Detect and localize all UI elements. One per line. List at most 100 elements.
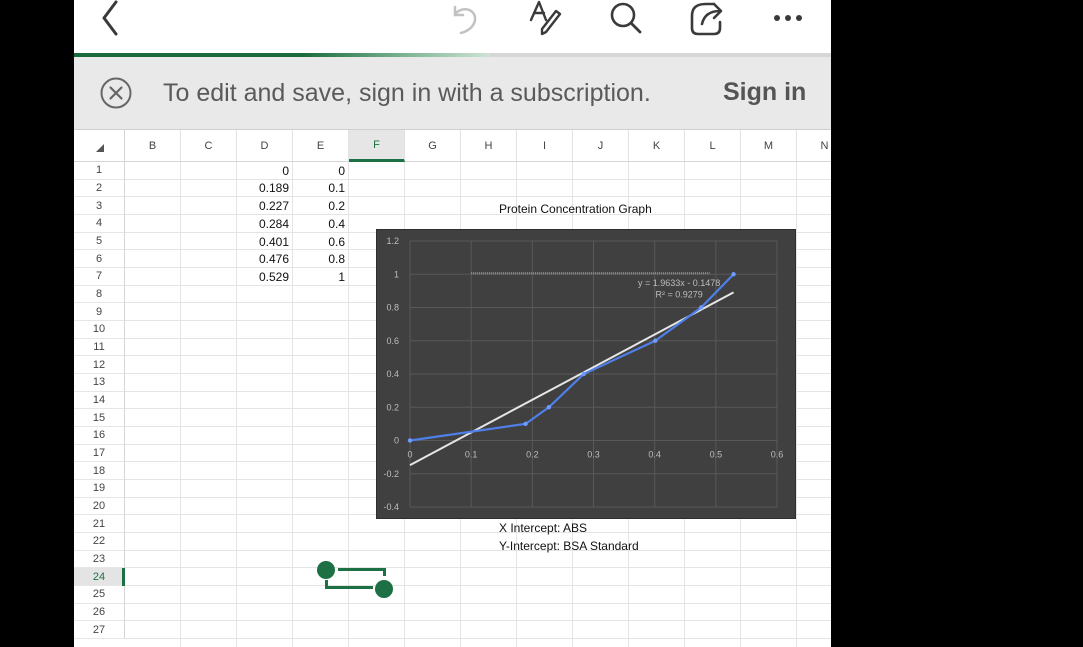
column-header-n[interactable]: N bbox=[797, 130, 831, 162]
row-header-27[interactable]: 27 bbox=[74, 621, 125, 640]
y-tick-label: 1.2 bbox=[386, 236, 399, 246]
y-tick-label: 0.2 bbox=[386, 402, 399, 412]
column-header-h[interactable]: H bbox=[461, 130, 517, 162]
trendline-equation-label: y = 1.9633x - 0.1478 bbox=[638, 278, 720, 288]
data-point bbox=[523, 421, 528, 427]
selection-top-edge bbox=[338, 568, 386, 571]
excel-app: To edit and save, sign in with a subscri… bbox=[74, 0, 831, 647]
draw-button[interactable] bbox=[524, 0, 566, 36]
column-header-l[interactable]: L bbox=[685, 130, 741, 162]
selection-right-edge bbox=[383, 568, 386, 576]
column-header-m[interactable]: M bbox=[741, 130, 797, 162]
column-header-b[interactable]: B bbox=[125, 130, 181, 162]
row-header-14[interactable]: 14 bbox=[74, 391, 125, 410]
column-header-d[interactable]: D bbox=[237, 130, 293, 162]
back-button[interactable] bbox=[92, 0, 128, 36]
cell-d3[interactable]: 0.227 bbox=[237, 197, 293, 215]
cell-e1[interactable]: 0 bbox=[293, 162, 349, 180]
row-header-6[interactable]: 6 bbox=[74, 250, 125, 268]
x-tick-label: 0.5 bbox=[710, 450, 723, 460]
row-header-17[interactable]: 17 bbox=[74, 444, 125, 463]
column-header-k[interactable]: K bbox=[629, 130, 685, 162]
cell-d5[interactable]: 0.401 bbox=[237, 233, 293, 251]
row-gridline bbox=[125, 638, 831, 640]
cell-e7[interactable]: 1 bbox=[293, 268, 349, 286]
share-icon bbox=[690, 2, 723, 36]
row-header-18[interactable]: 18 bbox=[74, 462, 125, 481]
r-squared-label: R² = 0.9279 bbox=[655, 290, 702, 300]
row-header-4[interactable]: 4 bbox=[74, 215, 125, 233]
data-point bbox=[581, 371, 586, 377]
row-header-20[interactable]: 20 bbox=[74, 497, 125, 516]
cell-e5[interactable]: 0.6 bbox=[293, 233, 349, 251]
row-header-2[interactable]: 2 bbox=[74, 179, 125, 198]
select-all-corner[interactable] bbox=[74, 130, 125, 162]
row-header-11[interactable]: 11 bbox=[74, 338, 125, 357]
column-header-e[interactable]: E bbox=[293, 130, 349, 162]
data-point bbox=[653, 338, 658, 343]
row-header-10[interactable]: 10 bbox=[74, 321, 125, 339]
more-icon bbox=[774, 15, 802, 21]
row-header-5[interactable]: 5 bbox=[74, 232, 125, 251]
cell-e2[interactable]: 0.1 bbox=[293, 180, 349, 198]
selection-end-handle[interactable] bbox=[375, 580, 393, 598]
cell-e4[interactable]: 0.4 bbox=[293, 215, 349, 233]
column-header-g[interactable]: G bbox=[405, 130, 461, 162]
more-button[interactable] bbox=[768, 0, 808, 36]
y-tick-label: -0.2 bbox=[383, 469, 399, 479]
scatter-chart[interactable]: -0.4 -0.2 0 0.2 0.4 0.6 0.8 1 1.2 0 0.1 0.2 0.3 0.4 0.… bbox=[376, 229, 796, 519]
cell-i3-chart-title[interactable]: Protein Concentration Graph bbox=[495, 200, 652, 218]
row-gridline bbox=[125, 602, 831, 604]
row-header-22[interactable]: 22 bbox=[74, 533, 125, 551]
column-header-i[interactable]: I bbox=[517, 130, 573, 162]
cell-d2[interactable]: 0.189 bbox=[237, 180, 293, 198]
column-header-j[interactable]: J bbox=[573, 130, 629, 162]
banner-close-button[interactable] bbox=[100, 77, 132, 109]
subscription-banner: To edit and save, sign in with a subscri… bbox=[74, 57, 831, 130]
cell-d7[interactable]: 0.529 bbox=[237, 268, 293, 286]
cell-i21-x-intercept[interactable]: X Intercept: ABS bbox=[495, 519, 587, 537]
row-header-13[interactable]: 13 bbox=[74, 374, 125, 392]
draw-pen-icon bbox=[529, 0, 562, 36]
row-header-9[interactable]: 9 bbox=[74, 303, 125, 322]
y-tick-label: 1 bbox=[394, 269, 399, 279]
cell-i22-y-intercept[interactable]: Y-Intercept: BSA Standard bbox=[495, 537, 639, 555]
selection-bottom-edge bbox=[325, 586, 373, 589]
row-header-12[interactable]: 12 bbox=[74, 356, 125, 375]
row-header-26[interactable]: 26 bbox=[74, 603, 125, 622]
row-header-23[interactable]: 23 bbox=[74, 550, 125, 569]
search-button[interactable] bbox=[606, 0, 646, 36]
top-toolbar bbox=[74, 0, 831, 53]
x-tick-label: 0.1 bbox=[465, 450, 478, 460]
x-tick-label: 0.3 bbox=[587, 450, 600, 460]
undo-button[interactable] bbox=[444, 0, 484, 36]
row-header-3[interactable]: 3 bbox=[74, 197, 125, 215]
row-header-21[interactable]: 21 bbox=[74, 515, 125, 534]
column-header-f[interactable]: F bbox=[349, 130, 405, 162]
cell-d6[interactable]: 0.476 bbox=[237, 250, 293, 268]
data-point bbox=[407, 438, 413, 443]
cell-e6[interactable]: 0.8 bbox=[293, 250, 349, 268]
cell-d1[interactable]: 0 bbox=[237, 162, 293, 180]
row-header-7[interactable]: 7 bbox=[74, 268, 125, 286]
y-tick-label: 0.4 bbox=[386, 369, 399, 379]
y-tick-label: 0.6 bbox=[386, 336, 399, 346]
column-header-c[interactable]: C bbox=[181, 130, 237, 162]
row-header-25[interactable]: 25 bbox=[74, 586, 125, 604]
row-gridline bbox=[125, 567, 831, 569]
selection-start-handle[interactable] bbox=[317, 561, 335, 579]
row-header-8[interactable]: 8 bbox=[74, 285, 125, 304]
row-header-24[interactable]: 24 bbox=[74, 568, 125, 587]
row-header-16[interactable]: 16 bbox=[74, 427, 125, 445]
y-tick-label: -0.4 bbox=[383, 502, 399, 512]
share-button[interactable] bbox=[686, 0, 728, 36]
column-gridline bbox=[796, 162, 797, 647]
sign-in-button[interactable]: Sign in bbox=[723, 78, 806, 107]
row-header-19[interactable]: 19 bbox=[74, 480, 125, 498]
cell-e3[interactable]: 0.2 bbox=[293, 197, 349, 215]
row-header-15[interactable]: 15 bbox=[74, 409, 125, 428]
row-gridline bbox=[125, 585, 831, 587]
row-header-1[interactable]: 1 bbox=[74, 162, 125, 180]
cell-d4[interactable]: 0.284 bbox=[237, 215, 293, 233]
data-point bbox=[731, 272, 736, 277]
